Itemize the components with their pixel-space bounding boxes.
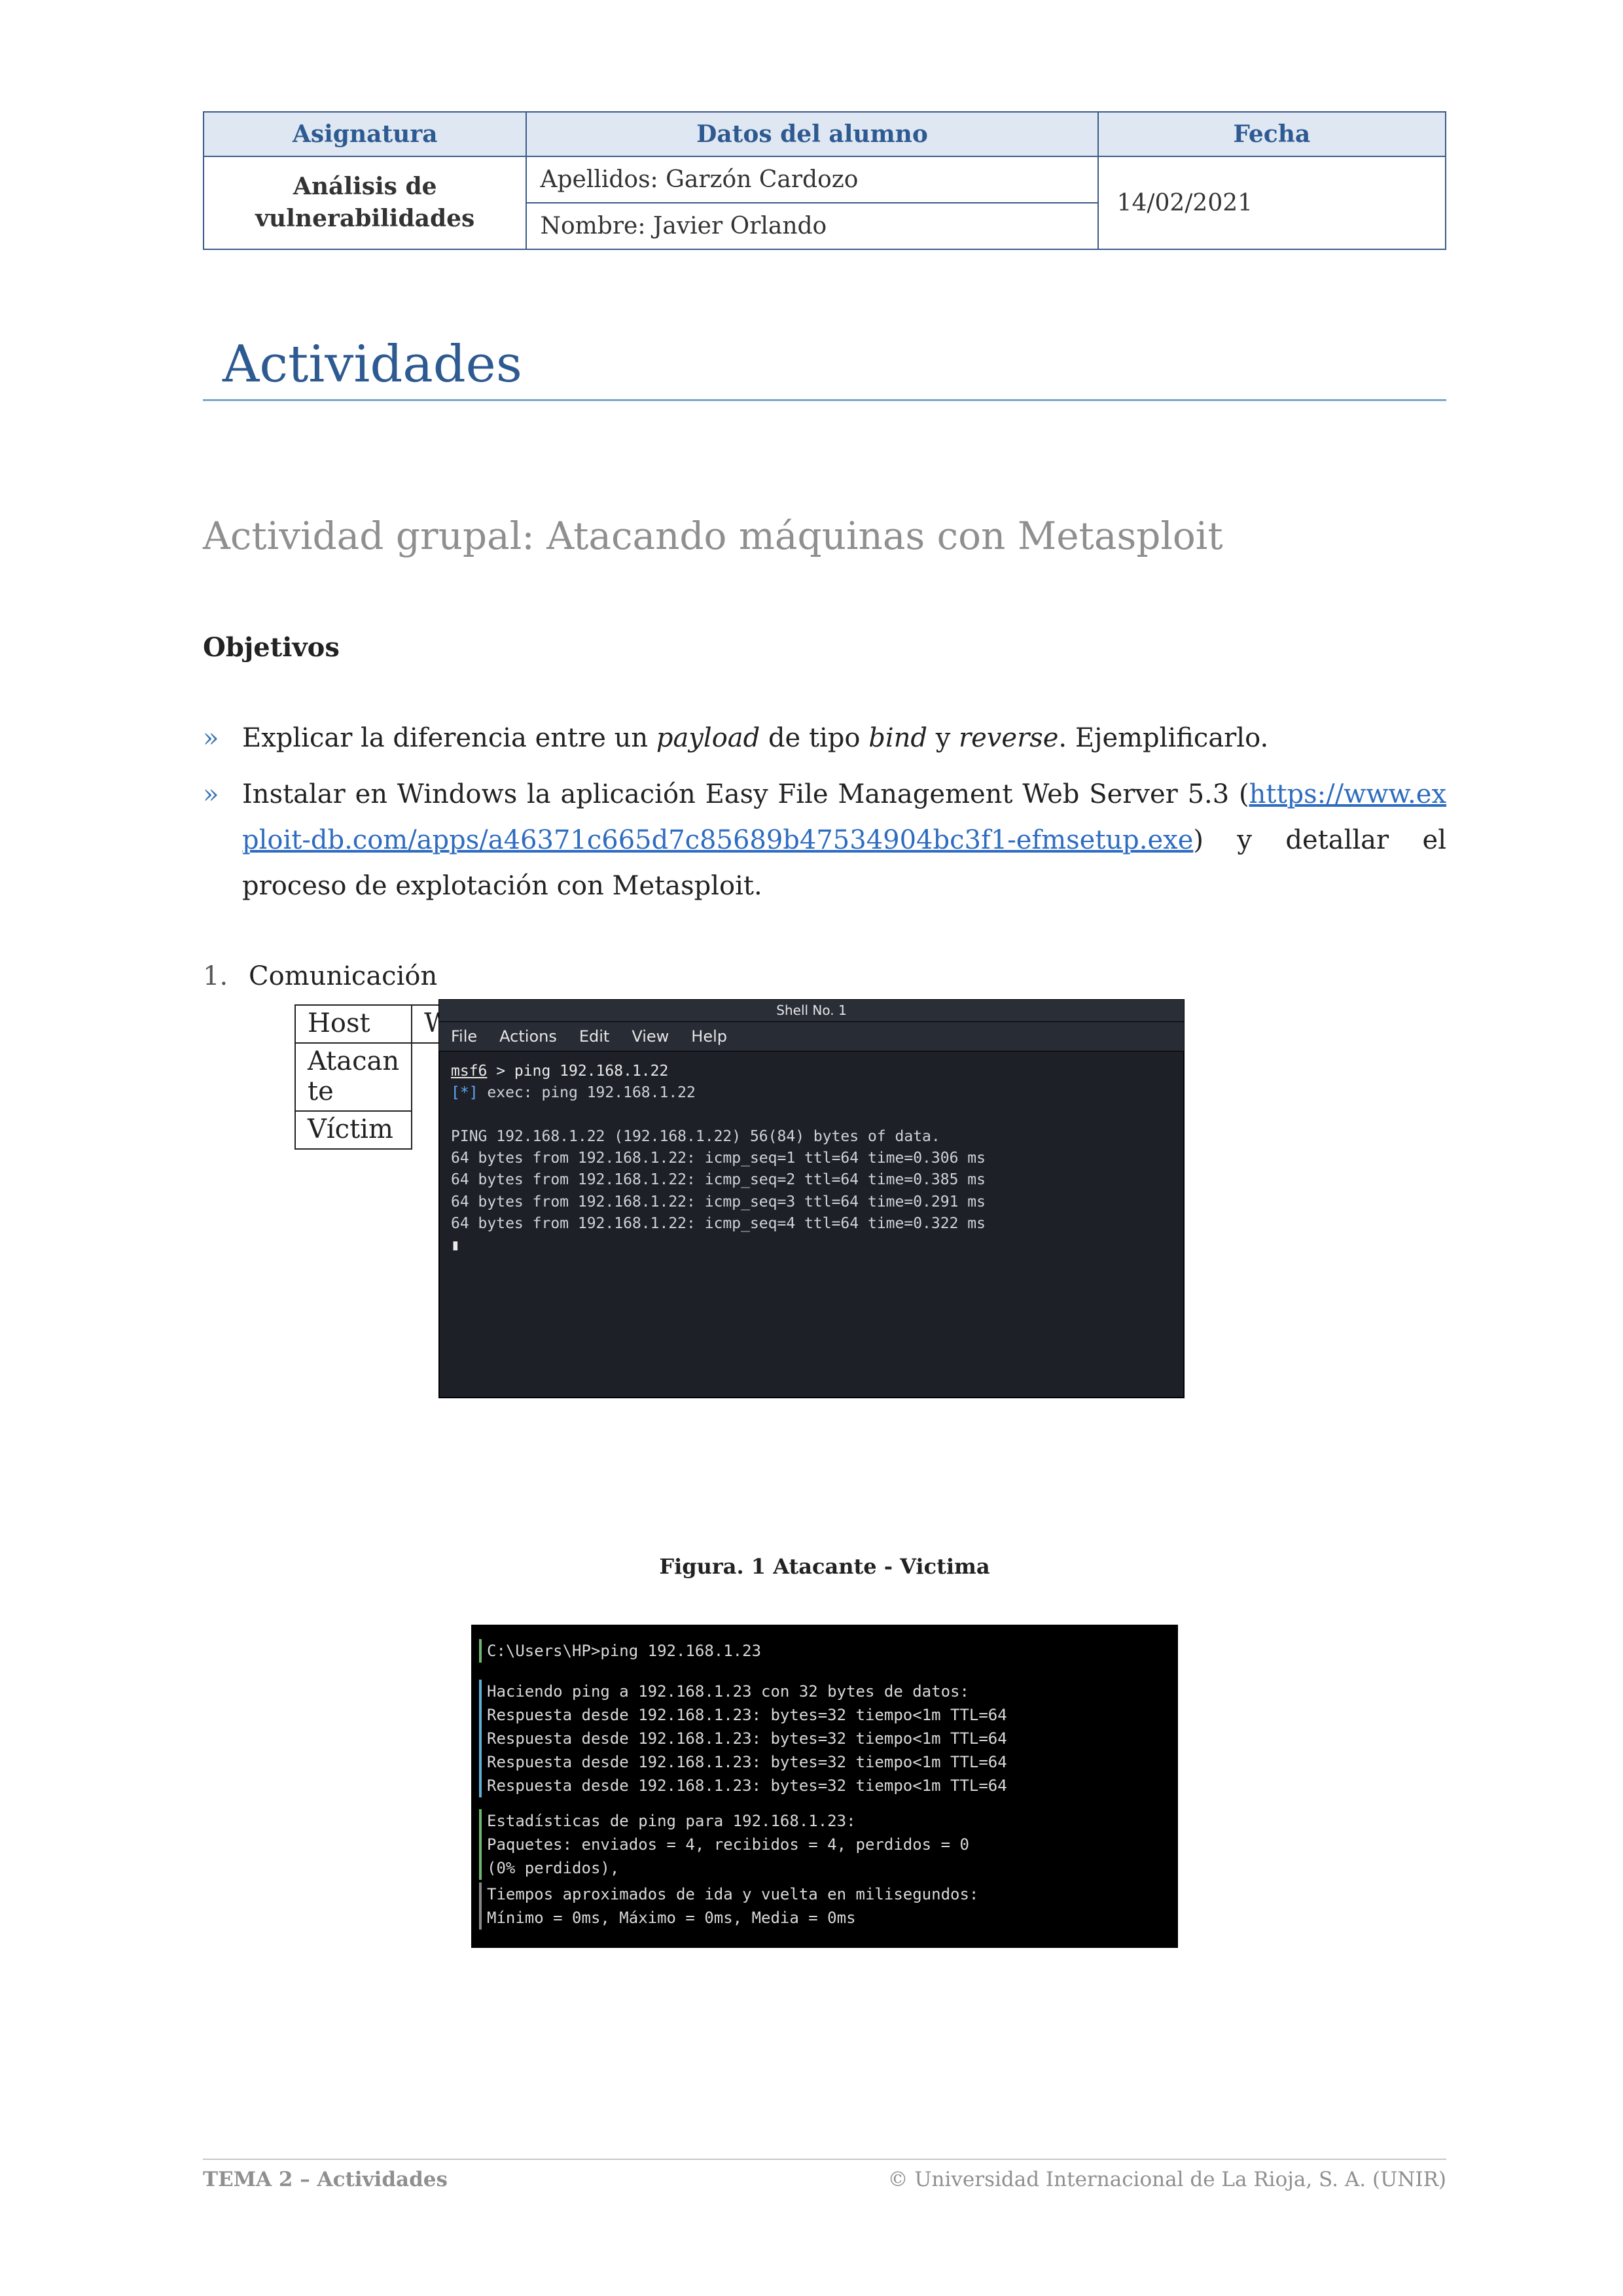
subject-cell: Análisis de vulnerabilidades xyxy=(204,156,526,249)
list-number: 1. xyxy=(203,961,249,991)
header-table: Asignatura Datos del alumno Fecha Anális… xyxy=(203,111,1446,250)
cmd-line-1: C:\Users\HP>ping 192.168.1.23 xyxy=(479,1639,1162,1663)
objective-text-2: Instalar en Windows la aplicación Easy F… xyxy=(242,771,1446,909)
footer-left: TEMA 2 – Actividades xyxy=(203,2168,448,2191)
term-menu-edit[interactable]: Edit xyxy=(579,1027,609,1046)
cmd-screenshot-2: C:\Users\HP>ping 192.168.1.23 Haciendo p… xyxy=(471,1625,1178,1948)
bullet-marker: » xyxy=(203,715,242,761)
term-menu-file[interactable]: File xyxy=(451,1027,477,1046)
mini-r3c1: Víctim xyxy=(295,1111,412,1149)
objectives-heading: Objetivos xyxy=(203,632,1446,663)
terminal-title: Shell No. 1 xyxy=(439,1000,1184,1022)
terminal-body: msf6 > ping 192.168.1.22 [*] exec: ping … xyxy=(439,1051,1184,1266)
hdr-col-fecha: Fecha xyxy=(1098,112,1446,156)
cmd-block-stats: Estadísticas de ping para 192.168.1.23: … xyxy=(479,1809,1162,1880)
mini-r1c1: Host xyxy=(295,1005,412,1043)
footer-right: © Universidad Internacional de La Rioja,… xyxy=(888,2168,1446,2191)
term-menu-view[interactable]: View xyxy=(632,1027,669,1046)
communication-block: Host Windows 192.168.1. Atacan te Víctim… xyxy=(294,1004,1446,1410)
hdr-col-asignatura: Asignatura xyxy=(204,112,526,156)
numbered-item-1: 1. Comunicación xyxy=(203,961,1446,991)
nombre-cell: Nombre: Javier Orlando xyxy=(526,203,1097,249)
objective-item-2: » Instalar en Windows la aplicación Easy… xyxy=(203,771,1446,909)
page-footer: TEMA 2 – Actividades © Universidad Inter… xyxy=(203,2159,1446,2191)
figure-caption-1: Figura. 1 Atacante - Victima xyxy=(203,1554,1446,1579)
activity-subtitle: Actividad grupal: Atacando máquinas con … xyxy=(203,512,1446,560)
term-menu-actions[interactable]: Actions xyxy=(499,1027,557,1046)
objective-item-1: » Explicar la diferencia entre un payloa… xyxy=(203,715,1446,761)
terminal-menubar: File Actions Edit View Help xyxy=(439,1022,1184,1051)
objectives-list: » Explicar la diferencia entre un payloa… xyxy=(203,715,1446,909)
term-menu-help[interactable]: Help xyxy=(691,1027,727,1046)
mini-r2c1: Atacan te xyxy=(295,1043,412,1111)
date-cell: 14/02/2021 xyxy=(1098,156,1446,249)
list-label: Comunicación xyxy=(249,961,437,991)
objective-text-1: Explicar la diferencia entre un payload … xyxy=(242,715,1446,761)
terminal-screenshot-1: Shell No. 1 File Actions Edit View Help … xyxy=(438,999,1185,1398)
page-title: Actividades xyxy=(203,335,1446,401)
cmd-block-ping: Haciendo ping a 192.168.1.23 con 32 byte… xyxy=(479,1680,1162,1797)
cmd-block-times: Tiempos aproximados de ida y vuelta en m… xyxy=(479,1882,1162,1930)
hdr-col-datos: Datos del alumno xyxy=(526,112,1097,156)
apellidos-cell: Apellidos: Garzón Cardozo xyxy=(526,156,1097,203)
bullet-marker: » xyxy=(203,771,242,909)
